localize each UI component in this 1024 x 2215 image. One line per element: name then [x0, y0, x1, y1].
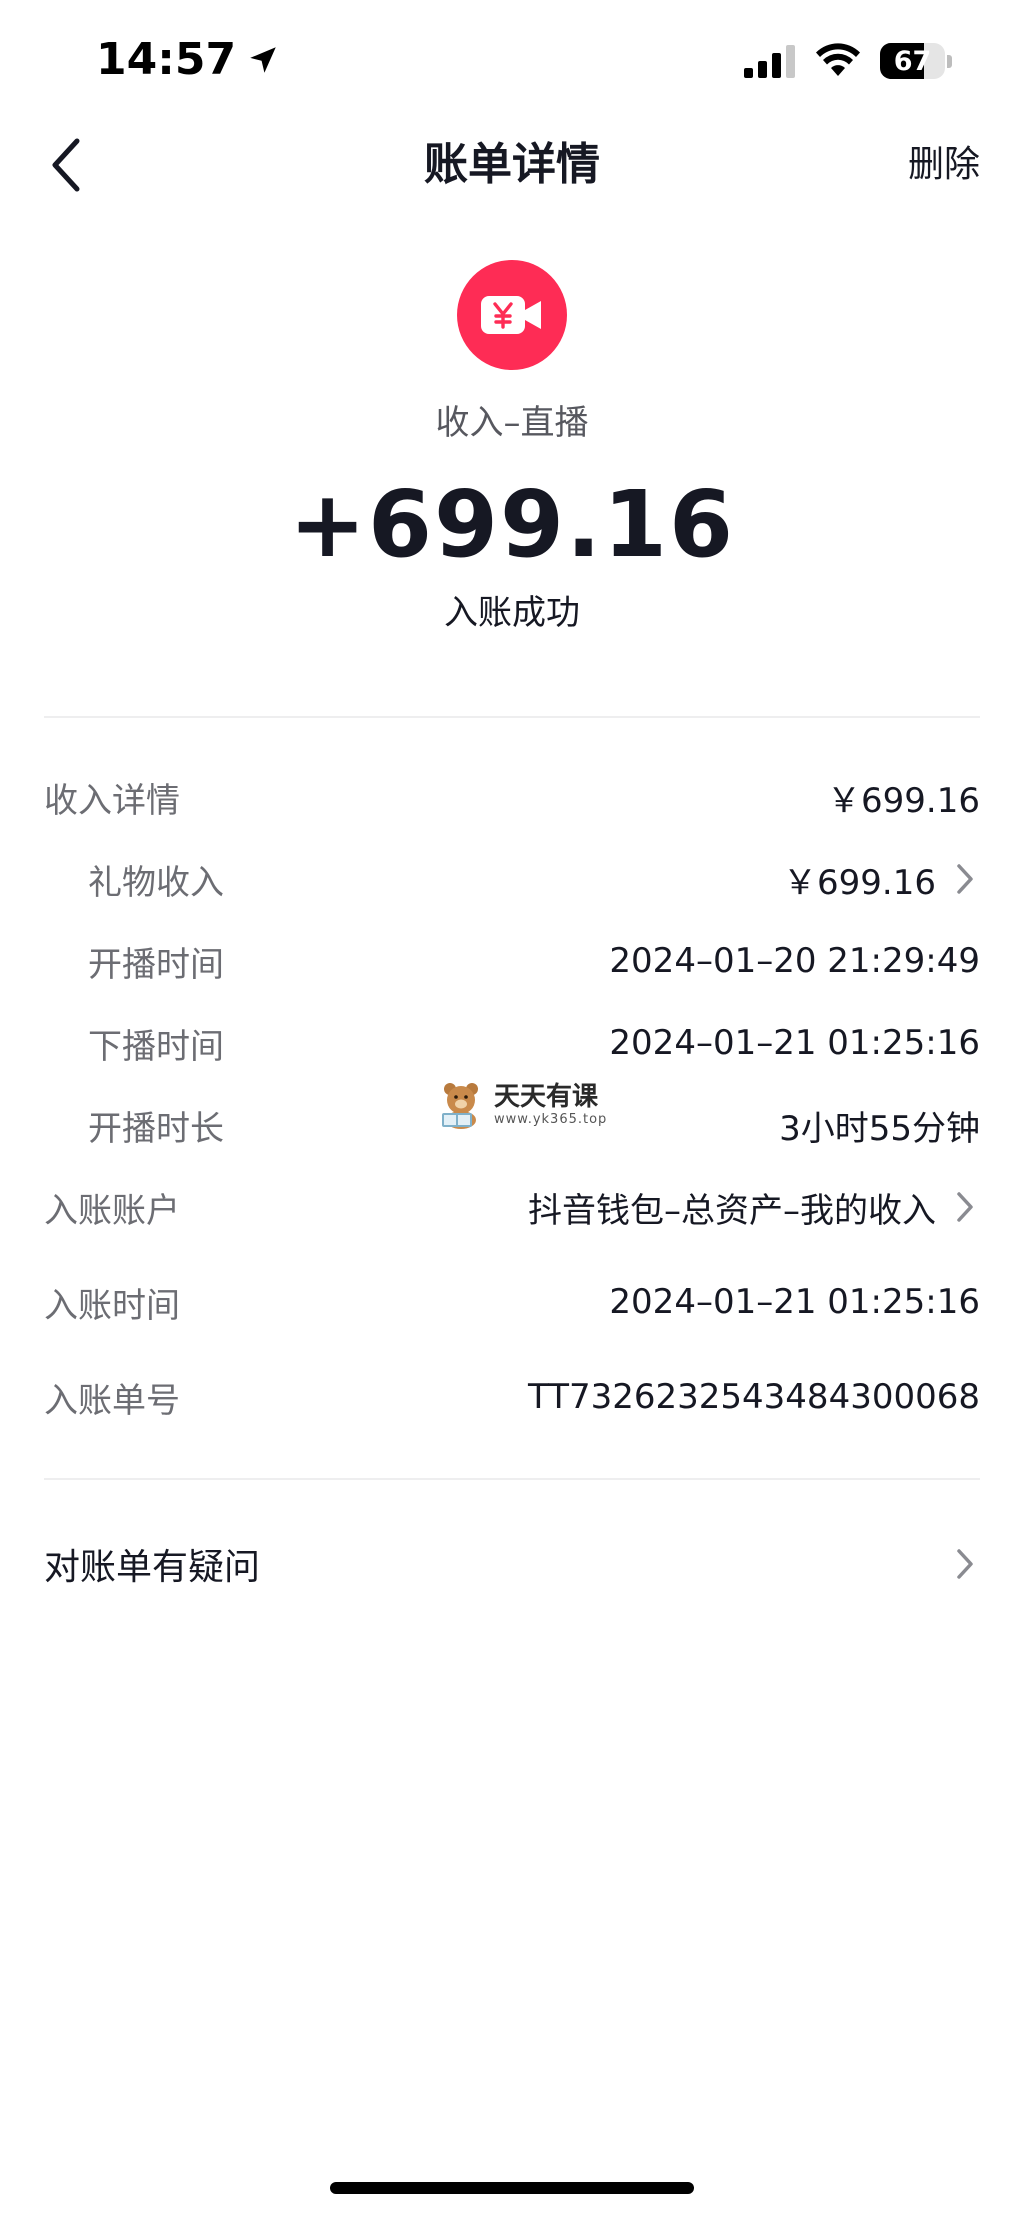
chevron-right-icon — [950, 859, 980, 899]
bear-mascot-icon — [442, 1083, 478, 1129]
end-time-row: 下播时间 2024–01–21 01:25:16 — [88, 1013, 980, 1073]
divider — [44, 1478, 980, 1480]
income-detail-label: 收入详情 — [44, 780, 180, 821]
order-number-label: 入账单号 — [44, 1380, 180, 1421]
status-indicators: 67 — [744, 38, 952, 84]
posting-time-value: 2024–01–21 01:25:16 — [609, 1282, 980, 1322]
chevron-right-icon — [950, 1187, 980, 1227]
chevron-right-icon — [950, 1544, 980, 1584]
delete-button[interactable]: 删除 — [908, 130, 980, 200]
live-income-icon — [457, 260, 567, 370]
time-text: 14:57 — [96, 34, 237, 85]
wifi-icon — [816, 43, 860, 76]
cellular-signal-icon — [744, 45, 795, 78]
home-indicator[interactable] — [330, 2182, 694, 2194]
account-row[interactable]: 入账账户 抖音钱包–总资产–我的收入 — [44, 1177, 980, 1237]
transaction-category: 收入–直播 — [435, 403, 589, 443]
income-detail-row: 收入详情 ￥699.16 — [44, 767, 980, 827]
income-detail-value: ￥699.16 — [827, 780, 980, 821]
start-time-row: 开播时间 2024–01–20 21:29:49 — [88, 931, 980, 991]
gift-income-value: ￥699.16 — [783, 862, 936, 903]
gift-income-row[interactable]: 礼物收入 ￥699.16 — [88, 849, 980, 909]
end-time-value: 2024–01–21 01:25:16 — [609, 1023, 980, 1063]
transaction-amount: +699.16 — [288, 471, 736, 578]
account-value: 抖音钱包–总资产–我的收入 — [528, 1190, 936, 1231]
duration-value: 3小时55分钟 — [779, 1108, 980, 1149]
location-arrow-icon — [250, 47, 276, 73]
order-number-value: TT7326232543484300068 — [528, 1377, 980, 1417]
battery-icon: 67 — [880, 43, 952, 79]
watermark-title: 天天有课 — [494, 1082, 599, 1112]
posting-time-row: 入账时间 2024–01–21 01:25:16 — [44, 1272, 980, 1332]
transaction-status: 入账成功 — [444, 593, 580, 633]
yen-video-icon — [481, 296, 541, 334]
battery-percent: 67 — [893, 45, 932, 77]
posting-time-label: 入账时间 — [44, 1285, 180, 1326]
account-label: 入账账户 — [44, 1190, 180, 1231]
start-time-label: 开播时间 — [88, 944, 224, 985]
divider — [44, 716, 980, 718]
watermark-url: www.yk365.top — [494, 1112, 608, 1127]
end-time-label: 下播时间 — [88, 1026, 224, 1067]
start-time-value: 2024–01–20 21:29:49 — [609, 941, 980, 981]
bill-question-label: 对账单有疑问 — [44, 1547, 261, 1588]
gift-income-label: 礼物收入 — [88, 862, 224, 903]
page-title: 账单详情 — [424, 139, 600, 190]
order-number-row: 入账单号 TT7326232543484300068 — [44, 1367, 980, 1427]
status-time: 14:57 — [96, 30, 280, 90]
watermark: 天天有课 www.yk365.top — [436, 1080, 607, 1130]
bill-question-row[interactable]: 对账单有疑问 — [44, 1532, 980, 1596]
duration-label: 开播时长 — [88, 1108, 224, 1149]
